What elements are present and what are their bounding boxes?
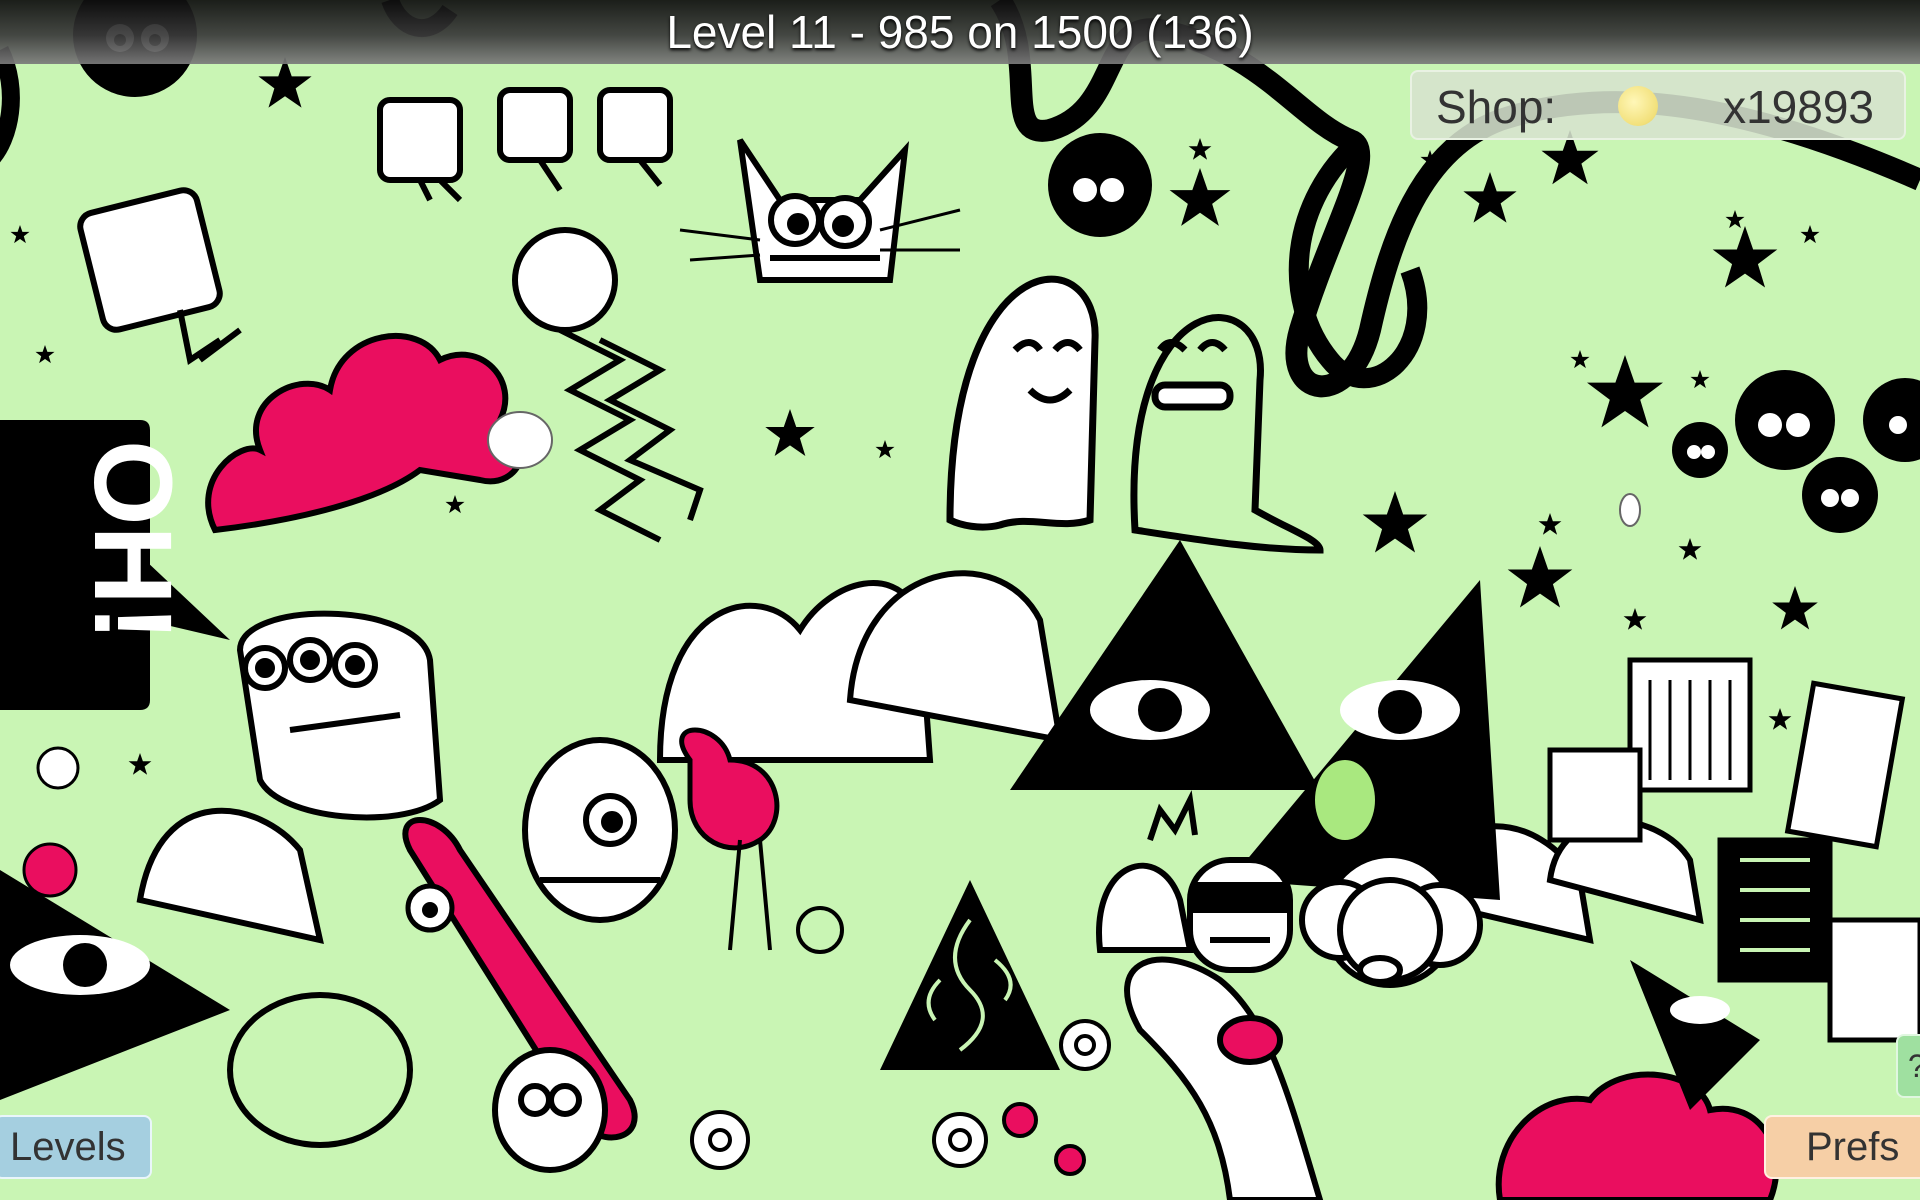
coin-count: x19893 [1723, 81, 1874, 133]
level-status-text: Level 11 - 985 on 1500 (136) [666, 6, 1254, 58]
three-eyed-creature-icon [236, 610, 444, 821]
coin-icon [1618, 86, 1658, 126]
doodle-scene[interactable]: OH! [0, 0, 1920, 1200]
levels-button[interactable]: Levels [0, 1115, 152, 1179]
shop-panel[interactable]: Shop: x19893 [1410, 70, 1906, 140]
sunglasses-creature-icon [1187, 857, 1293, 973]
help-button[interactable]: ? [1896, 1034, 1920, 1098]
one-eyed-creature-icon [522, 737, 678, 923]
prefs-button[interactable]: Prefs [1764, 1115, 1920, 1179]
shop-label: Shop: [1436, 81, 1557, 133]
svg-text:OH!: OH! [71, 440, 194, 642]
soot-sprite-icon [1048, 133, 1152, 237]
